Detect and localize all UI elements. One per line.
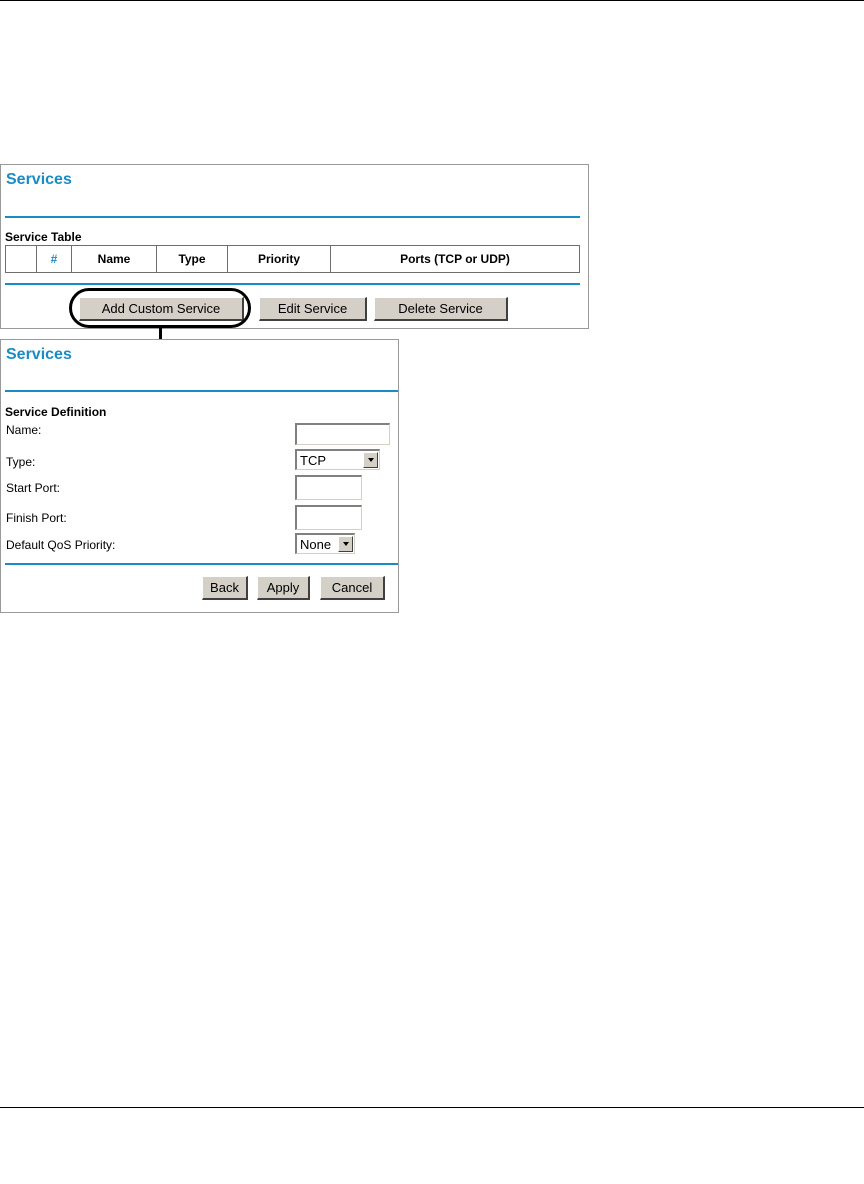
table-divider (5, 283, 580, 285)
chevron-down-icon[interactable] (363, 452, 378, 468)
type-select[interactable]: TCP (295, 449, 380, 470)
name-column-header: Name (71, 245, 157, 273)
delete-service-button[interactable]: Delete Service (374, 297, 508, 321)
finish-port-label: Finish Port: (6, 511, 67, 525)
name-label: Name: (6, 423, 42, 437)
service-table-label: Service Table (5, 230, 82, 244)
select-column-header (5, 245, 37, 273)
number-column-header: # (36, 245, 72, 273)
type-label: Type: (6, 455, 36, 469)
apply-button[interactable]: Apply (257, 576, 310, 600)
panel-title: Services (6, 171, 72, 188)
service-definition-panel: Services Service Definition Name: Type: … (0, 339, 399, 613)
type-column-header: Type (156, 245, 228, 273)
chevron-down-icon[interactable] (338, 536, 353, 552)
page-top-rule (0, 0, 864, 1)
finish-port-input[interactable] (295, 505, 362, 530)
edit-service-button[interactable]: Edit Service (259, 297, 367, 321)
priority-column-header: Priority (227, 245, 331, 273)
service-definition-label: Service Definition (5, 405, 107, 419)
name-input[interactable] (295, 423, 390, 445)
service-table: # Name Type Priority Ports (TCP or UDP) (5, 245, 580, 273)
form-divider (5, 563, 398, 565)
panel-title: Services (6, 346, 72, 363)
start-port-input[interactable] (295, 475, 362, 500)
qos-select-value: None (300, 536, 332, 552)
cancel-button[interactable]: Cancel (320, 576, 385, 600)
start-port-label: Start Port: (6, 481, 61, 495)
qos-priority-select[interactable]: None (295, 533, 355, 554)
type-select-value: TCP (300, 452, 326, 468)
ports-column-header: Ports (TCP or UDP) (330, 245, 580, 273)
title-divider (5, 216, 580, 218)
back-button[interactable]: Back (202, 576, 248, 600)
callout-oval (69, 288, 251, 328)
title-divider (5, 390, 398, 392)
service-table-header-row: # Name Type Priority Ports (TCP or UDP) (5, 245, 580, 273)
page-bottom-rule (0, 1107, 864, 1108)
qos-priority-label: Default QoS Priority: (6, 538, 116, 552)
